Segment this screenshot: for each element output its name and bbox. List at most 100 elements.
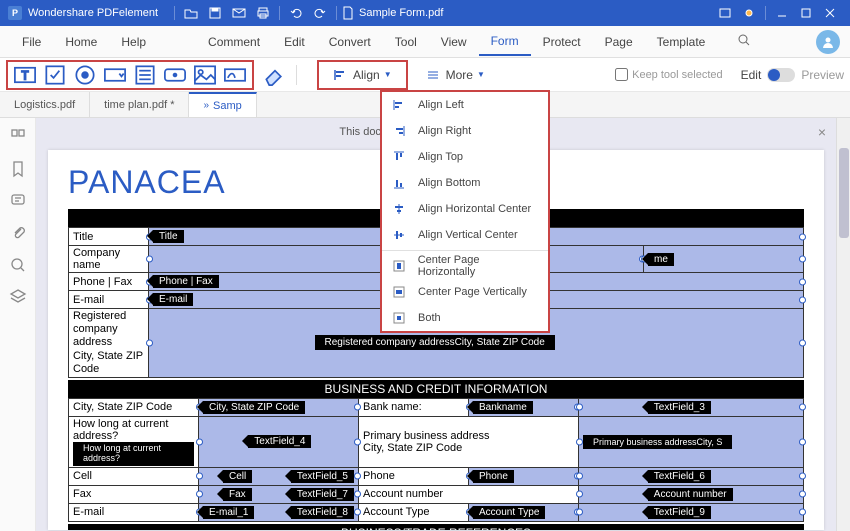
vertical-scrollbar[interactable] [836, 118, 850, 531]
chevrons-icon: » [203, 100, 209, 111]
form-toolbar: T Align ▼ More ▼ Keep tool selected Edit… [0, 58, 850, 92]
center-page-h-item[interactable]: Center Page Horizontally [382, 253, 548, 279]
align-right-item[interactable]: Align Right [382, 118, 548, 144]
center-both-icon [392, 311, 408, 325]
text-field-tool[interactable]: T [12, 62, 38, 88]
edit-preview-toggle[interactable]: Edit Preview [741, 68, 844, 82]
section-trade: BUSINESS/TRADE REFERENCES [68, 524, 804, 530]
avatar[interactable] [816, 30, 840, 54]
menu-comment[interactable]: Comment [196, 29, 272, 55]
form-table-2: City, State ZIP Code City, State ZIP Cod… [68, 398, 804, 522]
field-cell[interactable]: CellTextField_5 [199, 467, 359, 485]
menu-tool[interactable]: Tool [383, 29, 429, 55]
theme-icon[interactable] [739, 3, 759, 23]
keep-tool-input[interactable] [615, 68, 628, 81]
field-acct-type[interactable]: Account Type [469, 503, 579, 521]
field-tf9[interactable]: TextField_9 [579, 503, 804, 521]
menu-form[interactable]: Form [479, 28, 531, 56]
toggle-switch[interactable] [767, 68, 795, 82]
center-page-h-icon [392, 259, 408, 273]
save-icon[interactable] [205, 3, 225, 23]
field-account[interactable]: Account number [579, 485, 804, 503]
thumbnails-icon[interactable] [9, 128, 27, 146]
align-dropdown: Align Left Align Right Align Top Align B… [380, 90, 550, 333]
mail-icon[interactable] [229, 3, 249, 23]
more-label: More [446, 68, 473, 82]
svg-text:T: T [21, 70, 28, 82]
more-button[interactable]: More ▼ [418, 64, 493, 86]
menu-edit[interactable]: Edit [272, 29, 317, 55]
search-icon[interactable] [725, 27, 763, 56]
redo-icon[interactable] [310, 3, 330, 23]
menu-convert[interactable]: Convert [317, 29, 383, 55]
align-vcenter-item[interactable]: Align Vertical Center [382, 222, 548, 248]
field-email2[interactable]: E-mail_1TextField_8 [199, 503, 359, 521]
eraser-tool[interactable] [262, 62, 288, 88]
scrollbar-thumb[interactable] [839, 148, 849, 238]
app-icon: P [8, 6, 22, 20]
label-primary-addr: Primary business address [363, 430, 490, 442]
tab-logistics[interactable]: Logistics.pdf [0, 92, 90, 117]
menu-home[interactable]: Home [53, 29, 109, 55]
layers-icon[interactable] [9, 288, 27, 306]
menu-page[interactable]: Page [593, 29, 645, 55]
menu-help[interactable]: Help [109, 29, 158, 55]
print-icon[interactable] [253, 3, 273, 23]
align-right-icon [392, 124, 408, 138]
field-tf6[interactable]: TextField_6 [579, 467, 804, 485]
menu-template[interactable]: Template [645, 29, 718, 55]
field-bank[interactable]: Bankname [469, 398, 579, 416]
undo-icon[interactable] [286, 3, 306, 23]
attachments-icon[interactable] [9, 224, 27, 242]
notice-close-icon[interactable]: × [818, 124, 826, 140]
close-icon[interactable] [820, 3, 840, 23]
field-company-3[interactable]: me [644, 246, 804, 273]
maximize-icon[interactable] [796, 3, 816, 23]
field-howlong[interactable]: TextField_4 [199, 416, 359, 467]
open-icon[interactable] [181, 3, 201, 23]
preview-label: Preview [801, 68, 844, 82]
doc-icon [341, 6, 355, 20]
label-title: Title [69, 228, 149, 246]
minimize-icon[interactable] [772, 3, 792, 23]
button-tool[interactable] [162, 62, 188, 88]
menu-protect[interactable]: Protect [531, 29, 593, 55]
combobox-tool[interactable] [102, 62, 128, 88]
center-page-v-item[interactable]: Center Page Vertically [382, 279, 548, 305]
field-tf3[interactable]: TextField_3 [579, 398, 804, 416]
label-fax: Fax [69, 485, 199, 503]
window-icon[interactable] [715, 3, 735, 23]
align-bottom-icon [392, 176, 408, 190]
label-cell: Cell [69, 467, 199, 485]
bookmark-icon[interactable] [9, 160, 27, 178]
align-left-item[interactable]: Align Left [382, 92, 548, 118]
align-top-item[interactable]: Align Top [382, 144, 548, 170]
field-primary[interactable]: Primary business addressCity, S [579, 416, 804, 467]
image-tool[interactable] [192, 62, 218, 88]
label-reg-addr: Registered company address [73, 310, 126, 348]
field-company[interactable] [149, 246, 396, 273]
tab-sample[interactable]: »Samp [189, 92, 256, 117]
field-fax[interactable]: FaxTextField_7 [199, 485, 359, 503]
search-panel-icon[interactable] [9, 256, 27, 274]
tab-timeplan[interactable]: time plan.pdf * [90, 92, 189, 117]
radio-tool[interactable] [72, 62, 98, 88]
comments-icon[interactable] [9, 192, 27, 210]
keep-tool-checkbox[interactable]: Keep tool selected [615, 68, 723, 81]
doc-title: Sample Form.pdf [359, 7, 443, 19]
align-bottom-item[interactable]: Align Bottom [382, 170, 548, 196]
signature-tool[interactable] [222, 62, 248, 88]
menu-file[interactable]: File [10, 29, 53, 55]
align-top-icon [392, 150, 408, 164]
align-hcenter-icon [392, 202, 408, 216]
align-hcenter-item[interactable]: Align Horizontal Center [382, 196, 548, 222]
listbox-tool[interactable] [132, 62, 158, 88]
checkbox-tool[interactable] [42, 62, 68, 88]
label-bank: Bank name: [359, 398, 469, 416]
center-both-item[interactable]: Both [382, 305, 548, 331]
keep-tool-label: Keep tool selected [632, 69, 723, 81]
field-phone[interactable]: Phone [469, 467, 579, 485]
menu-view[interactable]: View [429, 29, 479, 55]
align-button[interactable]: Align ▼ [325, 64, 400, 86]
field-cityzip[interactable]: City, State ZIP Code [199, 398, 359, 416]
